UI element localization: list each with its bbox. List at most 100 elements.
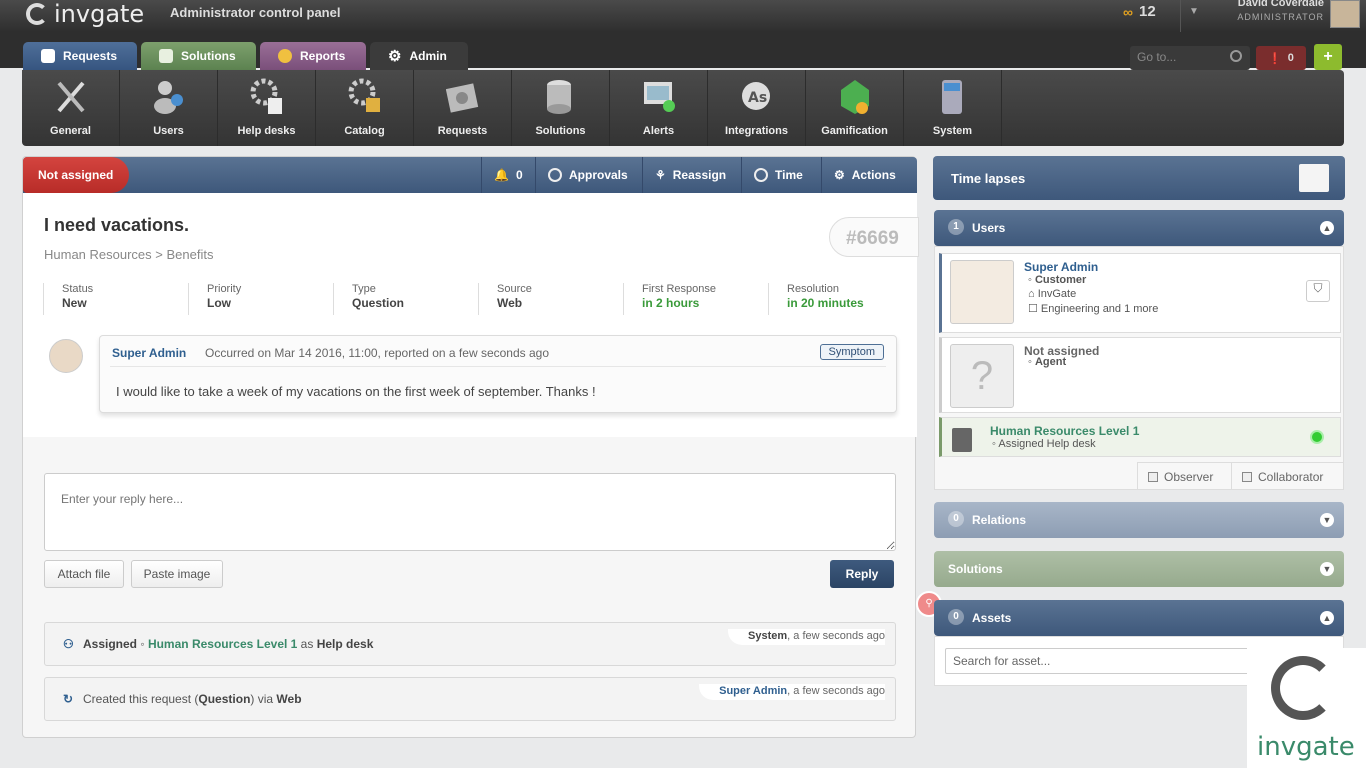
users-panel-header[interactable]: 1 Users ▲ xyxy=(934,210,1344,246)
system-icon xyxy=(942,80,962,114)
solutions-panel-header[interactable]: Solutions ▼ xyxy=(934,551,1344,587)
gear-icon: ⚙ xyxy=(388,48,402,65)
search-icon[interactable] xyxy=(1230,50,1242,62)
svg-text:As: As xyxy=(748,90,767,106)
alerts-button[interactable]: ❗ 0 xyxy=(1256,46,1306,70)
helpdesk-card: Human Resources Level 1 ◦ Assigned Help … xyxy=(939,417,1341,457)
prop-source: Source Web xyxy=(478,283,623,315)
admin-toolbar: General Users Help desks Catalog Request… xyxy=(22,70,1344,146)
chevron-up-icon[interactable]: ▲ xyxy=(1320,611,1334,625)
collaborator-button[interactable]: Collaborator xyxy=(1231,462,1343,490)
admin-requests[interactable]: Requests xyxy=(414,70,512,146)
chevron-down-icon[interactable]: ▼ xyxy=(1320,513,1334,527)
user-role: ADMINISTRATOR xyxy=(1237,12,1324,22)
integrations-icon: As xyxy=(742,82,770,110)
add-icon xyxy=(1242,471,1252,482)
gamification-icon xyxy=(841,80,869,114)
request-properties: Status New Priority Low Type Question Sourc… xyxy=(43,283,903,315)
message-author[interactable]: Super Admin xyxy=(112,346,186,360)
history-item: ⚇ Assigned ◦ Human Resources Level 1 as … xyxy=(44,622,896,666)
time-lapses-panel[interactable]: Time lapses xyxy=(933,156,1345,200)
request-panel: Not assigned 🔔 0 Approvals ⚘ Reassign Time… xyxy=(22,156,919,738)
reports-icon xyxy=(278,49,292,63)
actions-button[interactable]: ⚙ Actions xyxy=(821,157,917,193)
admin-general[interactable]: General xyxy=(22,70,120,146)
requests-icon xyxy=(41,49,55,63)
avatar[interactable] xyxy=(1330,0,1360,28)
admin-catalog[interactable]: Catalog xyxy=(316,70,414,146)
approvals-button[interactable]: Approvals xyxy=(535,157,642,193)
paste-image-button[interactable]: Paste image xyxy=(131,560,223,588)
message-meta: Occurred on Mar 14 2016, 11:00, reported… xyxy=(205,346,549,360)
invgate-logo-icon xyxy=(26,3,48,25)
user-menu[interactable]: ▼ David Coverdale ADMINISTRATOR xyxy=(1180,0,1366,32)
goto-input[interactable]: Go to... xyxy=(1130,46,1250,70)
request-number: #6669 xyxy=(829,217,919,257)
notifications-button[interactable]: 🔔 0 xyxy=(481,157,535,193)
admin-integrations[interactable]: As Integrations xyxy=(708,70,806,146)
brand-name: invgate xyxy=(54,0,145,28)
add-button[interactable]: + xyxy=(1314,44,1342,70)
gamification-points[interactable]: ∞ 12 xyxy=(1123,3,1156,20)
status-badge[interactable]: Not assigned xyxy=(23,157,129,193)
message-body: I would like to take a week of my vacati… xyxy=(116,384,596,399)
divider xyxy=(110,366,886,367)
tools-icon xyxy=(57,81,85,113)
tab-solutions[interactable]: Solutions xyxy=(141,42,256,70)
request-toolbar: Not assigned 🔔 0 Approvals ⚘ Reassign Time… xyxy=(23,157,917,193)
prop-status: Status New xyxy=(43,283,188,315)
observer-button[interactable]: Observer xyxy=(1137,462,1231,490)
helpdesk-icon xyxy=(952,428,972,452)
alert-icon: ❗ xyxy=(1268,52,1282,65)
reassign-button[interactable]: ⚘ Reassign xyxy=(642,157,741,193)
history-item: ↻ Created this request (Question) via We… xyxy=(44,677,896,721)
tab-requests[interactable]: Requests xyxy=(23,42,137,70)
admin-system[interactable]: System xyxy=(904,70,1002,146)
alerts-icon xyxy=(644,82,675,112)
request-content: I need vacations. Human Resources > Bene… xyxy=(23,193,919,437)
admin-help-desks[interactable]: Help desks xyxy=(218,70,316,146)
customer-name[interactable]: Super Admin xyxy=(1024,260,1098,274)
helpdesk-name[interactable]: Human Resources Level 1 xyxy=(990,424,1139,438)
admin-alerts[interactable]: Alerts xyxy=(610,70,708,146)
admin-solutions[interactable]: Solutions xyxy=(512,70,610,146)
attach-file-button[interactable]: Attach file xyxy=(44,560,124,588)
assign-icon: ⚇ xyxy=(63,637,74,651)
tab-admin[interactable]: ⚙ Admin xyxy=(370,42,468,70)
helpdesk-gear-icon xyxy=(250,78,282,114)
filter-icon[interactable]: ⛉ xyxy=(1306,280,1330,302)
reply-button[interactable]: Reply xyxy=(830,560,894,588)
relations-panel-header[interactable]: 0 Relations ▼ xyxy=(934,502,1344,538)
request-message: Super Admin Occurred on Mar 14 2016, 11:… xyxy=(99,335,897,413)
time-button[interactable]: Time xyxy=(741,157,821,193)
bell-icon: 🔔 xyxy=(494,168,509,182)
question-icon: ? xyxy=(950,344,1014,408)
avatar xyxy=(950,260,1014,324)
assets-panel-header[interactable]: 0 Assets ▲ xyxy=(934,600,1344,636)
database-icon xyxy=(547,80,571,114)
catalog-gear-icon xyxy=(348,78,380,112)
admin-gamification[interactable]: Gamification xyxy=(806,70,904,146)
prop-resolution: Resolution in 20 minutes xyxy=(768,283,913,315)
tab-reports[interactable]: Reports xyxy=(260,42,366,70)
symptom-tag: Symptom xyxy=(819,344,884,360)
top-bar: invgate Administrator control panel ∞ 12 … xyxy=(0,0,1366,32)
online-status-icon xyxy=(1310,430,1324,444)
clock-icon xyxy=(754,168,768,182)
admin-users[interactable]: Users xyxy=(120,70,218,146)
panel-title: Administrator control panel xyxy=(170,5,341,20)
avatar xyxy=(49,339,83,373)
infinity-icon: ∞ xyxy=(1123,3,1133,20)
gear-icon: ⚙ xyxy=(834,168,845,182)
chevron-down-icon[interactable]: ▼ xyxy=(1320,562,1334,576)
chevron-up-icon[interactable]: ▲ xyxy=(1320,221,1334,235)
user-name: David Coverdale xyxy=(1237,0,1324,9)
helpdesk-link[interactable]: Human Resources Level 1 xyxy=(148,637,297,651)
created-icon: ↻ xyxy=(63,692,74,706)
requests-gear-icon xyxy=(446,83,479,113)
reply-input[interactable] xyxy=(44,473,896,551)
prop-type: Type Question xyxy=(333,283,478,315)
chart-icon xyxy=(1299,164,1329,192)
chevron-down-icon: ▼ xyxy=(1189,6,1199,17)
invgate-logo[interactable]: invgate xyxy=(26,0,144,28)
